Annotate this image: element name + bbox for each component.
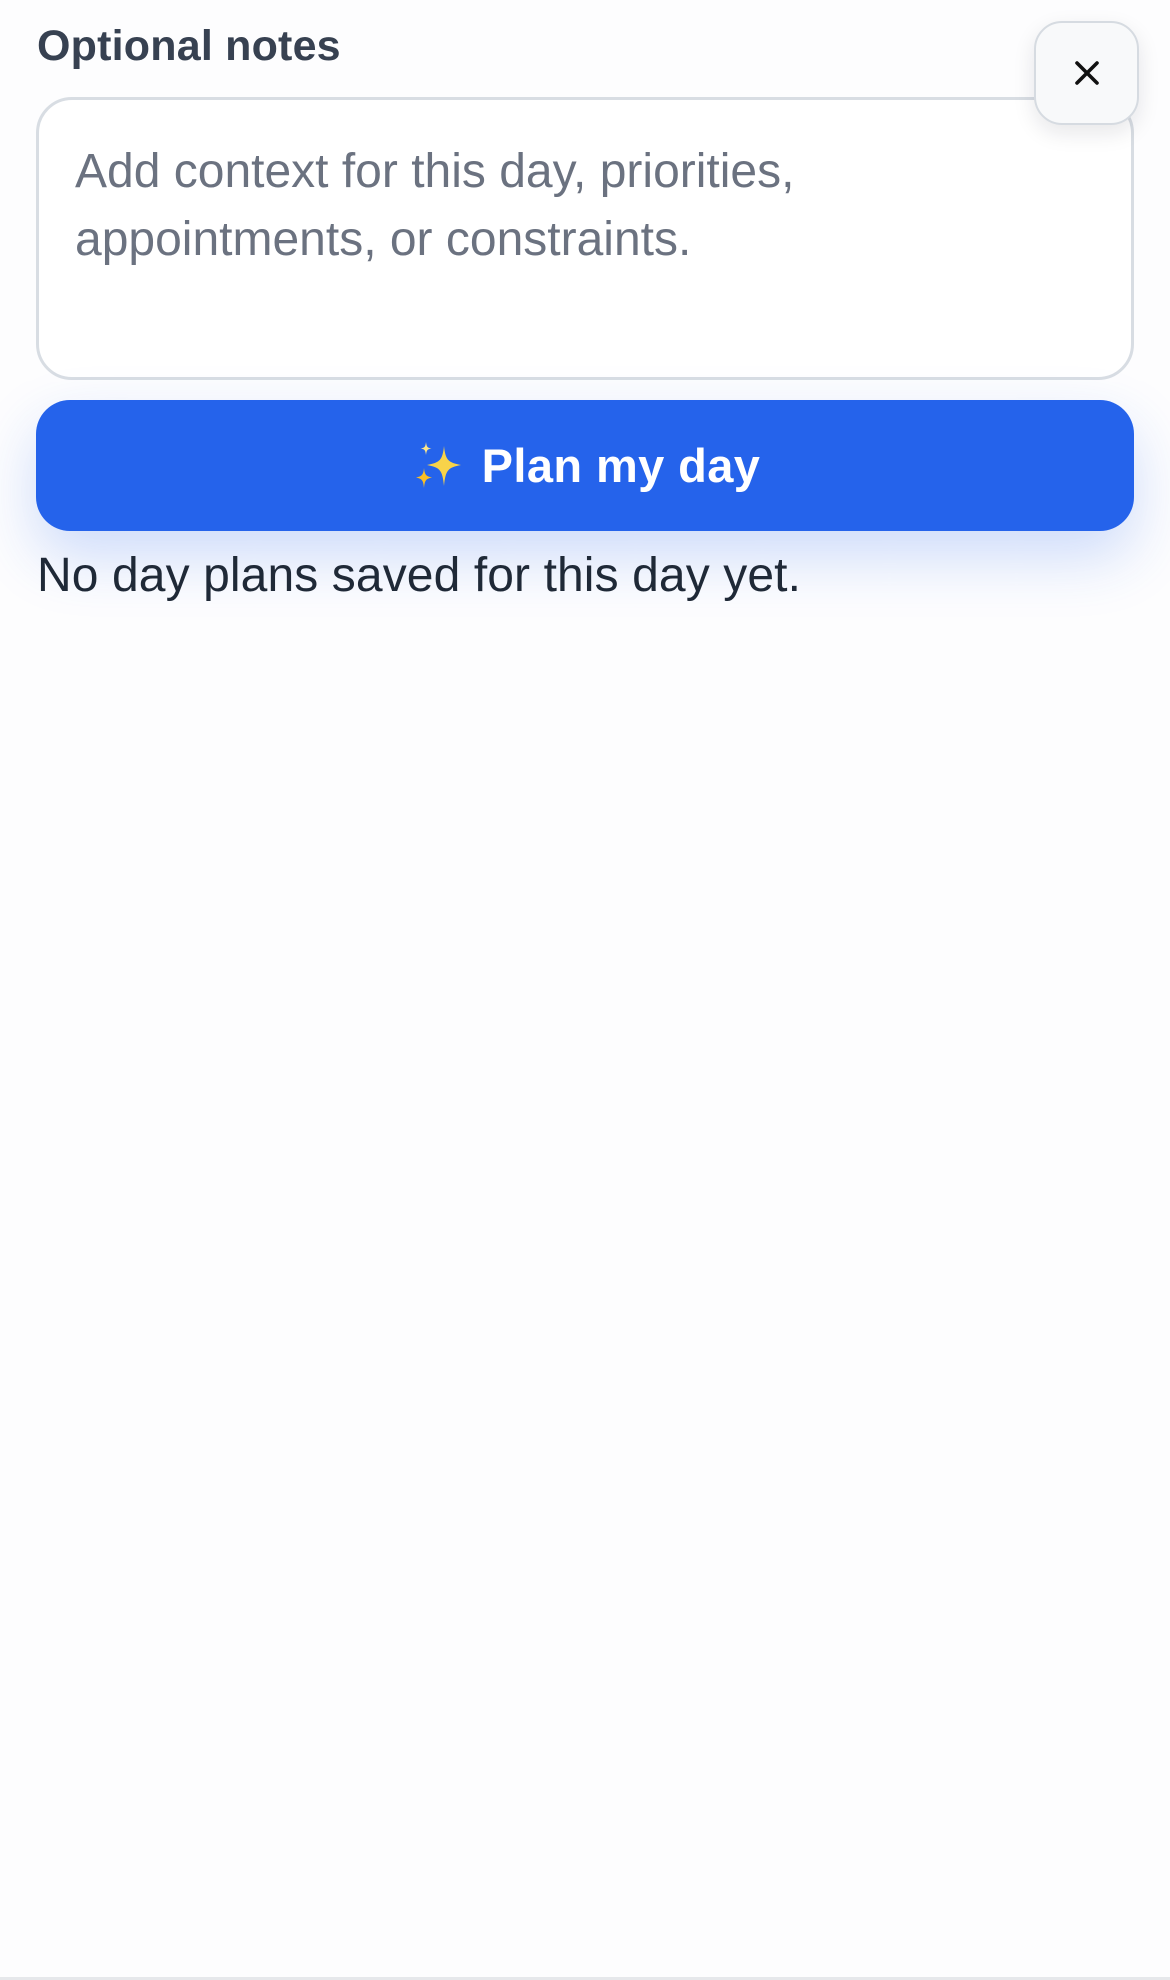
empty-state-message: No day plans saved for this day yet. <box>37 549 802 602</box>
optional-notes-input[interactable] <box>36 97 1134 380</box>
sparkles-icon <box>415 441 461 488</box>
plan-my-day-label: Plan my day <box>481 438 761 492</box>
optional-notes-label: Optional notes <box>37 22 341 70</box>
close-icon <box>1074 61 1099 85</box>
plan-my-day-button[interactable]: Plan my day <box>36 400 1134 531</box>
day-plan-panel: Optional notes Plan my day No day plans … <box>0 0 1170 1980</box>
close-button[interactable] <box>1034 21 1139 125</box>
